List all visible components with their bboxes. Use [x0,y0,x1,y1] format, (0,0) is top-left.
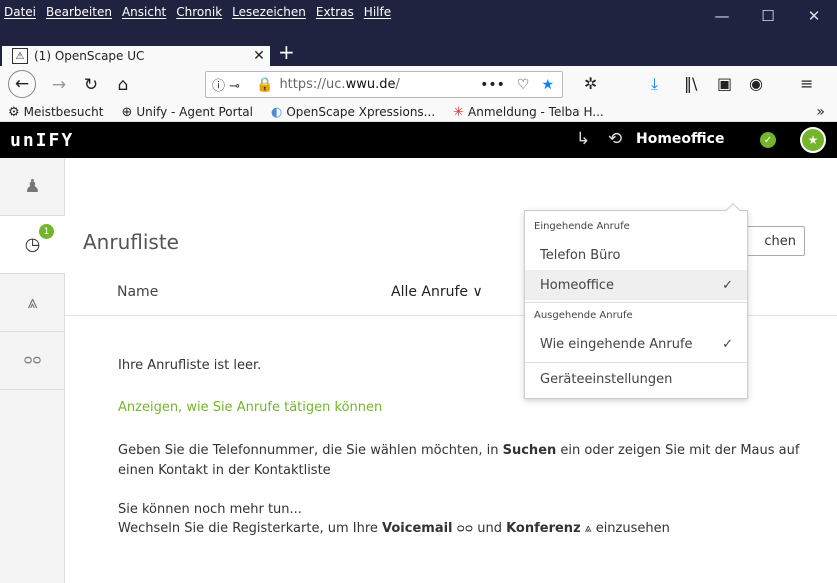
dropdown-divider [525,302,747,303]
menu-lesezeichen[interactable]: Lesezeichen [232,5,306,19]
bookmark-openscape-xpressions[interactable]: ◐ OpenScape Xpressions... [271,105,435,120]
bookmarks-toolbar: ⚙ Meistbesucht ⊕ Unify - Agent Portal ◐ Ope… [0,102,837,122]
clock-icon: ◷ [24,234,41,255]
reload-icon[interactable]: ↻ [78,72,104,98]
tab-contacts[interactable]: ♟ [0,158,65,216]
menu-bar: Datei Bearbeiten Ansicht Chronik Lesezei… [4,0,401,24]
menu-extras[interactable]: Extras [316,5,354,19]
dropdown-divider [525,362,747,363]
conference-icon: ⩓ [584,521,592,535]
incoming-calls-header: Eingehende Anrufe [534,221,630,232]
pocket-icon[interactable]: ♡ [517,77,530,93]
forward-arrow-icon[interactable]: → [46,72,72,98]
menu-bearbeiten[interactable]: Bearbeiten [46,5,112,19]
search-hint: Geben Sie die Telefonnummer, die Sie wäh… [118,443,800,478]
home-icon[interactable]: ⌂ [110,72,136,98]
minimize-button[interactable]: — [699,0,745,32]
menu-hilfe[interactable]: Hilfe [364,5,391,19]
close-window-button[interactable]: ✕ [791,0,837,32]
call-log-badge: 1 [39,224,54,239]
url-text[interactable]: https://uc.wwu.de/ [279,77,480,92]
device-phone-icon[interactable]: ⟲ [608,129,622,149]
chevron-down-icon: ∨ [472,284,483,300]
downloads-icon[interactable]: ⤓ [651,74,658,94]
tab-close-icon[interactable]: ✕ [248,48,270,64]
page-actions-icon[interactable]: ••• [480,77,505,93]
voicemail-icon: ᴑᴑ [23,353,42,368]
menu-datei[interactable]: Datei [4,5,36,19]
tab-conference[interactable]: ⩓ [0,274,65,332]
contacts-icon: ♟ [24,176,41,197]
call-forward-icon[interactable]: ↳ [576,129,590,149]
bookmark-unify-agent-portal[interactable]: ⊕ Unify - Agent Portal [121,105,253,120]
option-homeoffice[interactable]: Homeoffice ✓ [525,270,747,300]
device-dropdown-menu: Eingehende Anrufe Telefon Büro Homeoffic… [524,202,748,399]
call-filter-dropdown[interactable]: Alle Anrufe ∨ [391,284,483,300]
column-header-name[interactable]: Name [117,284,158,300]
presence-check-icon: ✓ [760,132,776,148]
empty-state-text: Ihre Anrufliste ist leer. [118,358,262,373]
library-icon[interactable]: ‖\ [684,74,697,93]
nav-row: ← → ↻ ⌂ ⓘ ⊸ 🔒 https://uc.wwu.de/ ••• ♡ ★… [0,66,837,102]
device-selector[interactable]: Homeoffice [636,131,724,147]
tab-call-log[interactable]: ◷ 1 [0,216,65,274]
extension-icon[interactable]: ◉ [749,74,763,93]
window-controls: — ☐ ✕ [699,0,837,32]
app-sidebar: ♟ ◷ 1 ⩓ ᴑᴑ [0,158,65,583]
menu-chronik[interactable]: Chronik [176,5,222,19]
site-favicon-icon: ⚠ [12,48,28,64]
extension-gear-icon[interactable]: ✲ [584,74,597,93]
option-geraeteeinstellungen[interactable]: Geräteeinstellungen [525,364,747,394]
check-icon: ✓ [722,277,733,293]
page-title: Anrufliste [83,230,179,254]
conference-icon: ⩓ [27,292,38,313]
check-icon: ✓ [722,336,733,352]
sidebar-toggle-icon[interactable]: ▣ [717,74,732,93]
maximize-button[interactable]: ☐ [745,0,791,32]
window-title-bar: Datei Bearbeiten Ansicht Chronik Lesezei… [0,0,837,32]
app-menu-icon[interactable]: ≡ [800,74,813,93]
address-bar[interactable]: ⓘ ⊸ 🔒 https://uc.wwu.de/ ••• ♡ ★ [205,71,563,98]
how-to-call-link[interactable]: Anzeigen, wie Sie Anrufe tätigen können [118,400,382,415]
voicemail-icon: ᴑᴑ [456,521,474,535]
more-features-hint: Sie können noch mehr tun... Wechseln Sie… [118,502,670,536]
avatar[interactable]: ★ [800,127,826,153]
bookmark-star-icon[interactable]: ★ [541,77,554,93]
telba-icon: ✳ [453,104,465,120]
tab-title: (1) OpenScape UC [34,49,145,63]
lock-icon[interactable]: 🔒 [256,77,273,93]
xpressions-icon: ◐ [270,104,283,120]
bookmark-meistbesucht[interactable]: ⚙ Meistbesucht [8,105,103,120]
site-info-icon[interactable]: ⓘ ⊸ [212,75,256,94]
bookmark-anmeldung-telba[interactable]: ✳ Anmeldung - Telba H... [453,105,604,120]
gear-icon: ⚙ [8,104,20,120]
option-telefon-buero[interactable]: Telefon Büro [525,240,747,270]
tab-strip: ⚠ (1) OpenScape UC ✕ [0,32,837,66]
back-arrow-icon[interactable]: ← [8,70,36,98]
outgoing-calls-header: Ausgehende Anrufe [534,310,633,321]
navigation-toolbar: ← → ↻ ⌂ ⓘ ⊸ 🔒 https://uc.wwu.de/ ••• ♡ ★… [0,66,837,122]
option-wie-eingehende[interactable]: Wie eingehende Anrufe ✓ [525,329,747,359]
tab-voicemail[interactable]: ᴑᴑ [0,332,65,390]
browser-tab[interactable]: ⚠ (1) OpenScape UC ✕ [2,46,270,66]
new-tab-button[interactable]: + [278,40,295,64]
menu-ansicht[interactable]: Ansicht [122,5,166,19]
unify-logo: unIFY [10,130,75,151]
unify-header: unIFY ↳ ⟲ Homeoffice ✓ ★ [0,122,837,158]
bookmarks-overflow-icon[interactable]: » [816,104,825,120]
globe-icon: ⊕ [121,104,133,120]
